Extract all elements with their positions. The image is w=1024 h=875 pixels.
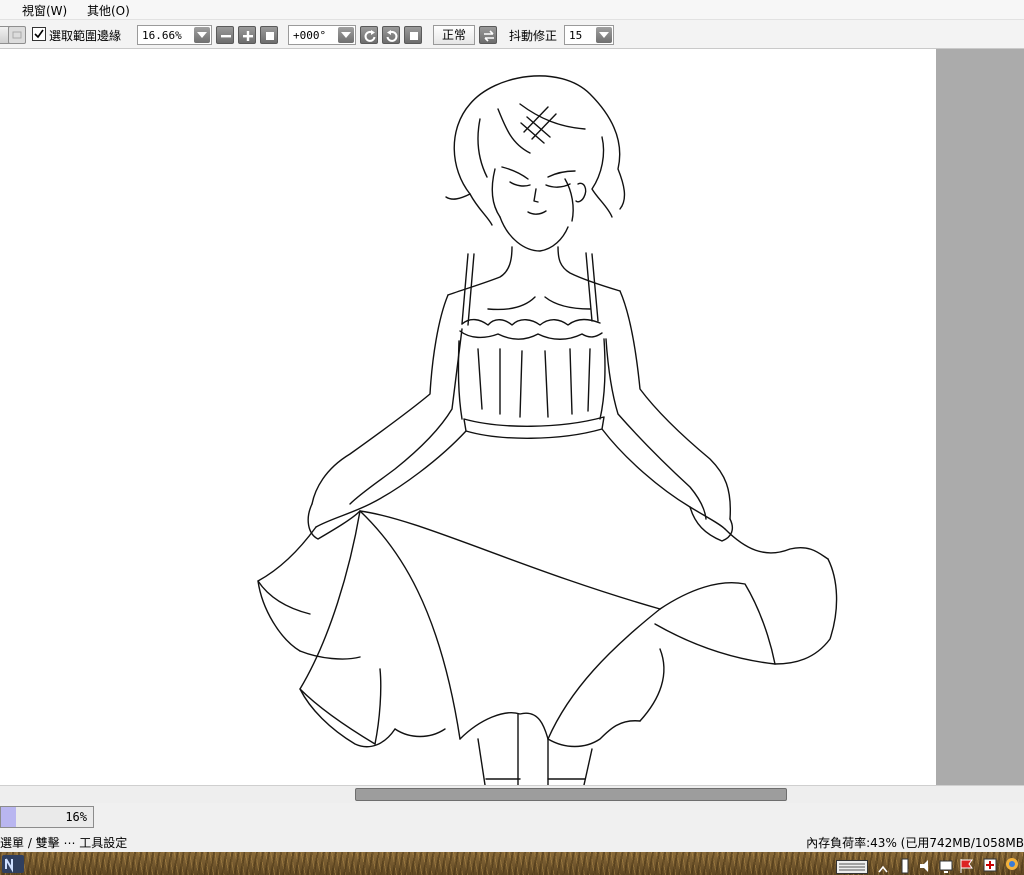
menu-other[interactable]: 其他(O) xyxy=(87,2,130,19)
drawing-canvas[interactable] xyxy=(0,49,936,785)
stabilizer-label: 抖動修正 xyxy=(509,29,558,43)
flip-mode-button[interactable]: 正常 xyxy=(433,25,475,45)
zoom-reset-button[interactable] xyxy=(260,26,278,44)
rotate-right-button[interactable] xyxy=(382,26,400,44)
deselect-button[interactable] xyxy=(8,26,26,44)
app-icon[interactable] xyxy=(2,855,24,875)
status-hint: 選單 / 雙擊 ⋯ 工具設定 xyxy=(0,836,128,850)
chevron-down-icon[interactable] xyxy=(596,27,612,43)
battery-icon[interactable] xyxy=(900,858,910,875)
selection-border-label: 選取範圍邊緣 xyxy=(49,29,122,43)
memory-usage: 內存負荷率:43% (已用742MB/1058MB xyxy=(806,836,1024,850)
network-icon[interactable] xyxy=(938,858,954,875)
chevron-up-icon[interactable] xyxy=(878,862,888,875)
stabilizer-select[interactable]: 15 xyxy=(564,25,614,45)
zoom-select[interactable]: 16.66% xyxy=(137,25,212,45)
flip-horizontal-button[interactable] xyxy=(479,26,497,44)
toolbar: 選取範圍邊緣 16.66% +000° 正常 抖動修正 15 xyxy=(0,20,1024,49)
progress-bar: 16% xyxy=(0,806,94,828)
canvas-workspace[interactable] xyxy=(0,49,1024,785)
stabilizer-value: 15 xyxy=(569,29,583,42)
rotate-left-button[interactable] xyxy=(360,26,378,44)
progress-label: 16% xyxy=(65,810,87,824)
line-art-drawing xyxy=(257,75,838,785)
taskbar xyxy=(0,852,1024,875)
horizontal-scrollbar[interactable] xyxy=(0,785,1024,803)
action-center-icon[interactable] xyxy=(982,857,998,875)
chevron-down-icon[interactable] xyxy=(338,27,354,43)
chevron-down-icon[interactable] xyxy=(194,27,210,43)
horizontal-scrollbar-thumb[interactable] xyxy=(355,788,787,801)
status-bar: 選單 / 雙擊 ⋯ 工具設定 內存負荷率:43% (已用742MB/1058MB xyxy=(0,830,1024,852)
zoom-in-button[interactable] xyxy=(238,26,256,44)
zoom-out-button[interactable] xyxy=(216,26,234,44)
selection-border-checkbox[interactable] xyxy=(32,27,46,41)
volume-icon[interactable] xyxy=(918,858,934,875)
menu-bar: 視窗(W) 其他(O) xyxy=(0,0,1024,20)
keyboard-icon[interactable] xyxy=(836,860,868,875)
rotation-value: +000° xyxy=(293,29,327,42)
user-icon[interactable] xyxy=(1002,856,1022,875)
rotation-reset-button[interactable] xyxy=(404,26,422,44)
progress-fill xyxy=(1,807,16,827)
flag-icon[interactable] xyxy=(958,857,976,875)
rotation-select[interactable]: +000° xyxy=(288,25,356,45)
menu-window[interactable]: 視窗(W) xyxy=(22,2,67,19)
zoom-value: 16.66% xyxy=(142,29,182,42)
